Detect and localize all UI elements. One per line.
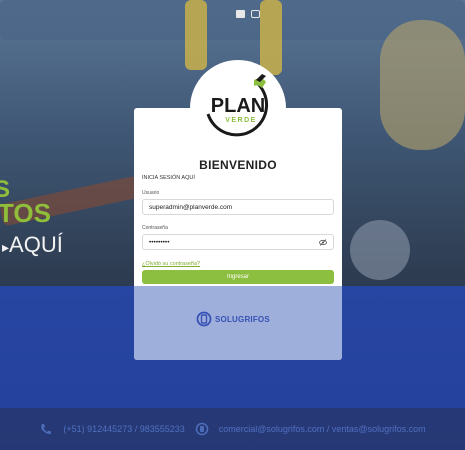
footer-phones: (+51) 912445273 / 983555233 <box>63 424 185 434</box>
solugrifos-logo: SOLUGRIFOS <box>196 311 270 327</box>
plan-verde-logo: PLAN VERDE <box>190 60 286 156</box>
plan-verde-logo-mark: PLAN VERDE <box>206 74 269 137</box>
footer-emails: comercial@solugrifos.com / ventas@solugr… <box>218 424 426 434</box>
forgot-password-link[interactable]: ¿Olvidó su contraseña? <box>142 261 200 267</box>
email-icon <box>195 422 209 436</box>
solugrifos-logo-icon <box>196 311 212 327</box>
screen-icon[interactable] <box>236 10 245 18</box>
login-button[interactable]: Ingresar <box>142 270 334 284</box>
hero-line-3-text: AQUÍ <box>9 232 63 257</box>
username-field[interactable]: superadmin@planverde.com <box>142 199 334 215</box>
eye-slash-icon[interactable] <box>319 239 327 246</box>
card-brand-section: SOLUGRIFOS <box>134 286 342 360</box>
footer-contact-bar: (+51) 912445273 / 983555233 comercial@so… <box>0 408 465 450</box>
page-title: BIENVENIDO <box>199 158 277 172</box>
logo-main-text: PLAN <box>211 95 265 117</box>
top-toolbar <box>236 10 260 18</box>
password-label: Contraseña <box>142 225 168 231</box>
logo-sub-text: VERDE <box>225 117 257 124</box>
hero-line-3: ▸AQUÍ <box>2 232 63 257</box>
password-field[interactable]: ••••••••• <box>142 234 334 250</box>
login-subtitle: INICIA SESIÓN AQUÍ <box>142 175 195 181</box>
password-value: ••••••••• <box>149 239 170 246</box>
phone-icon <box>41 424 52 434</box>
username-label: Usuario <box>142 190 160 196</box>
hero-line-2: TOS <box>0 198 51 228</box>
settings-icon[interactable] <box>251 10 260 18</box>
solugrifos-logo-text: SOLUGRIFOS <box>215 314 270 324</box>
